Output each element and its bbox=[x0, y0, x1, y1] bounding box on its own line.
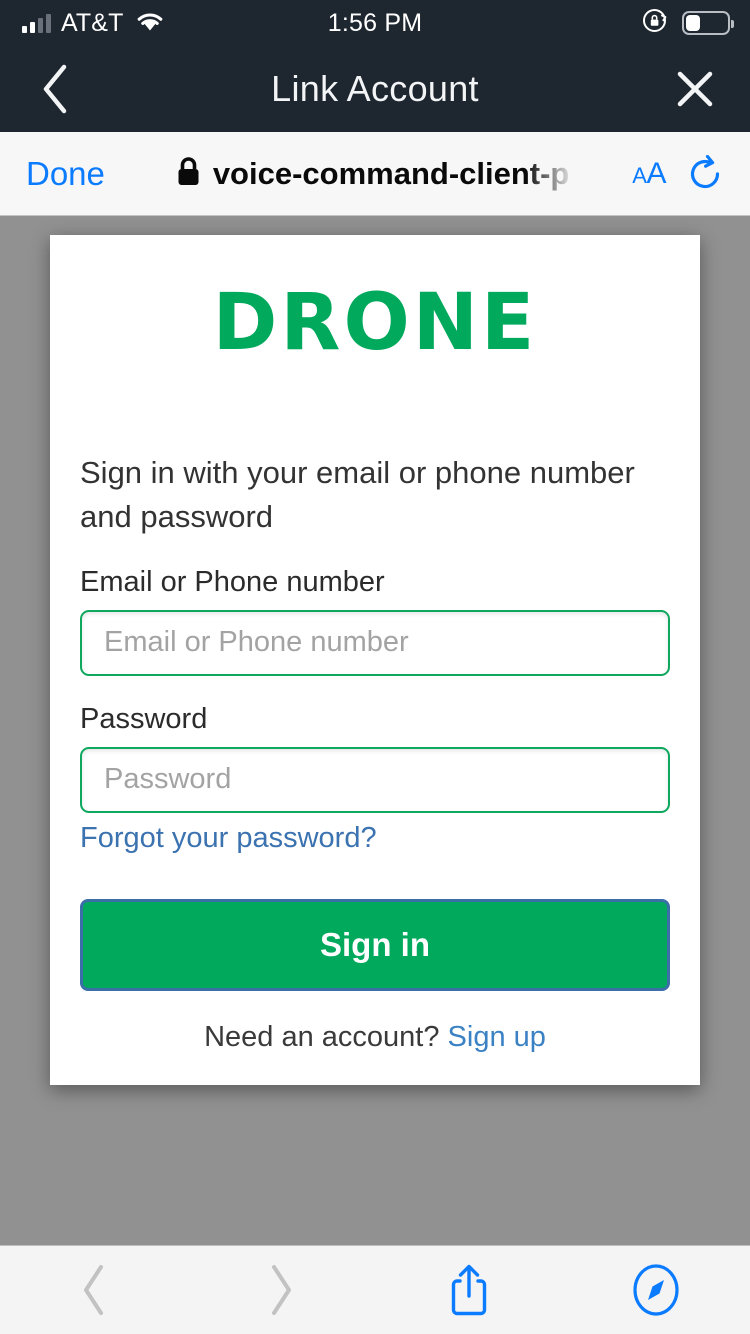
phone-screen: AT&T 1:56 PM Link Account Done voice-com… bbox=[0, 0, 750, 1334]
signup-prompt-text: Need an account? bbox=[204, 1020, 440, 1053]
bookmarks-button[interactable] bbox=[563, 1246, 750, 1334]
status-bar-right bbox=[480, 7, 750, 39]
forgot-password-link[interactable]: Forgot your password? bbox=[80, 822, 377, 855]
battery-icon bbox=[682, 11, 734, 35]
browser-forward-button[interactable] bbox=[188, 1246, 376, 1334]
chevron-left-icon bbox=[83, 1265, 103, 1315]
status-bar: AT&T 1:56 PM bbox=[0, 0, 750, 46]
sign-up-link[interactable]: Sign up bbox=[448, 1021, 546, 1053]
url-field[interactable]: voice-command-client-p bbox=[121, 156, 618, 192]
safari-compass-icon bbox=[633, 1264, 679, 1316]
lock-icon bbox=[176, 156, 201, 192]
clock-label: 1:56 PM bbox=[327, 8, 423, 37]
text-size-button[interactable]: AA bbox=[618, 157, 680, 191]
text-size-small-a: A bbox=[632, 162, 647, 188]
status-bar-left: AT&T bbox=[0, 9, 270, 38]
share-icon bbox=[451, 1264, 486, 1316]
rotation-lock-icon bbox=[641, 7, 668, 39]
wifi-icon bbox=[135, 10, 165, 37]
carrier-label: AT&T bbox=[61, 8, 124, 37]
close-button[interactable] bbox=[640, 67, 750, 111]
brand-logo: DRONE bbox=[80, 235, 670, 411]
web-page-viewport: DRONE Sign in with your email or phone n… bbox=[0, 216, 750, 1245]
email-field-label: Email or Phone number bbox=[80, 566, 385, 599]
back-button[interactable] bbox=[0, 62, 110, 116]
logo-text: DRONE bbox=[212, 278, 538, 368]
email-or-phone-input[interactable] bbox=[80, 609, 670, 676]
password-field-label: Password bbox=[80, 702, 208, 735]
chevron-right-icon bbox=[272, 1265, 292, 1315]
page-title: Link Account bbox=[271, 68, 479, 109]
safari-bottom-toolbar bbox=[0, 1245, 750, 1334]
sign-in-button[interactable]: Sign in bbox=[80, 898, 670, 991]
url-text: voice-command-client-p bbox=[212, 155, 570, 191]
app-nav-bar: Link Account bbox=[0, 46, 750, 132]
signup-prompt: Need an account? Sign up bbox=[80, 1021, 670, 1054]
done-button[interactable]: Done bbox=[0, 155, 121, 193]
close-x-icon bbox=[677, 71, 713, 107]
safari-address-bar: Done voice-command-client-p AA bbox=[0, 132, 750, 216]
reload-button[interactable] bbox=[680, 154, 750, 193]
share-button[interactable] bbox=[375, 1246, 563, 1334]
browser-back-button[interactable] bbox=[0, 1246, 188, 1334]
cellular-signal-icon bbox=[22, 13, 51, 33]
password-input[interactable] bbox=[80, 746, 670, 813]
text-size-large-a: A bbox=[646, 156, 666, 190]
reload-icon bbox=[690, 154, 720, 188]
chevron-left-icon bbox=[43, 64, 67, 114]
signin-instructions: Sign in with your email or phone number … bbox=[80, 455, 635, 535]
signin-card: DRONE Sign in with your email or phone n… bbox=[50, 235, 700, 1085]
